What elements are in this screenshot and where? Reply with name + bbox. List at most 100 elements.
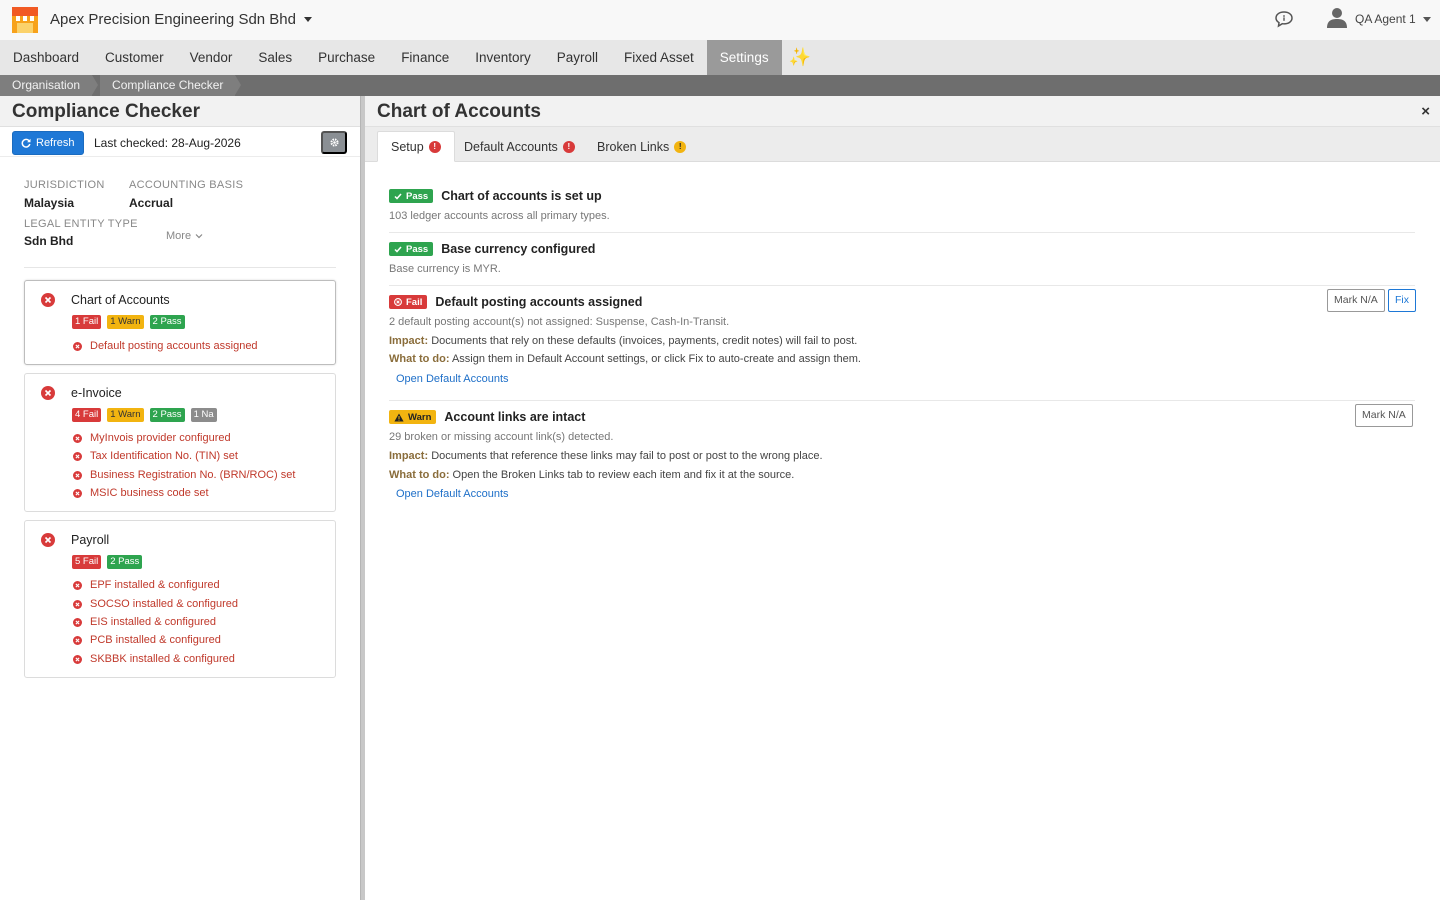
- mark-na-button[interactable]: Mark N/A: [1327, 289, 1385, 312]
- status-label: Pass: [406, 190, 429, 202]
- check-item: Pass Base currency configured Base curre…: [389, 242, 1415, 282]
- nav-payroll[interactable]: Payroll: [544, 40, 611, 75]
- check-icon: [394, 246, 402, 253]
- nav-finance[interactable]: Finance: [388, 40, 462, 75]
- nav-purchase[interactable]: Purchase: [305, 40, 388, 75]
- status-label: Fail: [406, 296, 423, 308]
- impact-label: Impact:: [389, 450, 429, 462]
- pass-count-badge: 2 Pass: [107, 555, 143, 569]
- detail-tabs: Setup ! Default Accounts ! Broken Links …: [365, 127, 1440, 162]
- breadcrumb-organisation[interactable]: Organisation: [0, 75, 99, 96]
- user-avatar-icon[interactable]: [1326, 6, 1348, 28]
- fail-icon: [73, 433, 82, 443]
- user-name: QA Agent 1: [1355, 12, 1416, 26]
- nav-customer[interactable]: Customer: [92, 40, 177, 75]
- check-icon: [394, 193, 402, 200]
- impact-label: Impact:: [389, 335, 429, 347]
- fail-icon: [73, 599, 82, 609]
- fail-badge: Fail: [389, 295, 428, 309]
- company-switcher[interactable]: Apex Precision Engineering Sdn Bhd: [50, 11, 312, 28]
- todo-label: What to do:: [389, 469, 450, 481]
- check-description: 29 broken or missing account link(s) det…: [389, 431, 614, 443]
- divider: [389, 285, 1415, 286]
- chevron-down-icon: [304, 17, 312, 22]
- issue-item[interactable]: EIS installed & configured: [73, 616, 216, 628]
- close-icon[interactable]: ×: [1421, 96, 1430, 127]
- nav-inventory[interactable]: Inventory: [462, 40, 544, 75]
- fail-icon: [73, 470, 82, 480]
- nav-fixed-asset[interactable]: Fixed Asset: [611, 40, 707, 75]
- issue-item[interactable]: SKBBK installed & configured: [73, 653, 235, 665]
- mark-na-button[interactable]: Mark N/A: [1355, 404, 1413, 427]
- issue-item[interactable]: MyInvois provider configured: [73, 432, 231, 444]
- card-title: e-Invoice: [71, 386, 122, 400]
- open-default-accounts-link[interactable]: Open Default Accounts: [396, 488, 509, 500]
- check-card-payroll[interactable]: Payroll 5 Fail 2 Pass EPF installed & co…: [24, 520, 336, 678]
- tab-label: Setup: [391, 139, 424, 154]
- issue-label: Business Registration No. (BRN/ROC) set: [90, 469, 296, 481]
- status-label: Warn: [408, 411, 432, 423]
- page-title: Compliance Checker: [0, 96, 360, 127]
- fail-icon: [73, 617, 82, 627]
- issue-item[interactable]: Tax Identification No. (TIN) set: [73, 450, 238, 462]
- legal-entity-value: Sdn Bhd: [24, 234, 74, 248]
- issue-item[interactable]: Business Registration No. (BRN/ROC) set: [73, 469, 295, 481]
- more-label: More: [166, 230, 192, 242]
- refresh-button[interactable]: Refresh: [12, 131, 84, 155]
- card-title: Payroll: [71, 533, 110, 547]
- fail-icon: [73, 654, 82, 664]
- divider: [389, 400, 1415, 401]
- issue-item[interactable]: MSIC business code set: [73, 487, 209, 499]
- tab-setup[interactable]: Setup !: [377, 131, 455, 162]
- issue-item[interactable]: Default posting accounts assigned: [73, 340, 258, 352]
- tab-label: Default Accounts: [464, 139, 558, 154]
- issue-item[interactable]: PCB installed & configured: [73, 634, 221, 646]
- issue-item[interactable]: EPF installed & configured: [73, 579, 220, 591]
- nav-dashboard[interactable]: Dashboard: [0, 40, 92, 75]
- fix-button[interactable]: Fix: [1388, 289, 1416, 312]
- check-description: 2 default posting account(s) not assigne…: [389, 316, 730, 328]
- fail-icon: [41, 533, 55, 547]
- fail-icon: [41, 386, 55, 400]
- detail-header: Chart of Accounts ×: [365, 96, 1440, 127]
- gear-icon: [329, 138, 339, 147]
- more-toggle[interactable]: More: [166, 230, 203, 242]
- fail-count-badge: 4 Fail: [72, 408, 102, 422]
- check-card-e-invoice[interactable]: e-Invoice 4 Fail 1 Warn 2 Pass 1 Na MyIn…: [24, 373, 336, 512]
- card-badges: 4 Fail 1 Warn 2 Pass 1 Na: [72, 408, 217, 422]
- todo-label: What to do:: [389, 353, 450, 365]
- check-title-row: Fail Default posting accounts assigned: [389, 295, 642, 309]
- issue-label: Default posting accounts assigned: [90, 340, 258, 352]
- accounting-basis-value: Accrual: [129, 196, 174, 210]
- todo-value: Open the Broken Links tab to review each…: [452, 469, 795, 481]
- check-item: Pass Chart of accounts is set up 103 led…: [389, 189, 1415, 229]
- chevron-down-icon: [195, 234, 203, 239]
- nav-vendor[interactable]: Vendor: [177, 40, 246, 75]
- check-description: 103 ledger accounts across all primary t…: [389, 210, 610, 222]
- issue-item[interactable]: SOCSO installed & configured: [73, 598, 238, 610]
- sparkle-icon[interactable]: ✨: [782, 40, 818, 75]
- user-menu[interactable]: QA Agent 1: [1355, 12, 1431, 26]
- issue-label: PCB installed & configured: [90, 634, 221, 646]
- breadcrumb-compliance-checker[interactable]: Compliance Checker: [100, 75, 242, 96]
- nav-sales[interactable]: Sales: [245, 40, 305, 75]
- card-badges: 5 Fail 2 Pass: [72, 555, 143, 569]
- warning-icon: !: [674, 140, 687, 153]
- chat-icon[interactable]: [1274, 10, 1294, 28]
- last-checked: Last checked: 28-Aug-2026: [94, 136, 241, 150]
- tab-broken-links[interactable]: Broken Links !: [597, 131, 687, 162]
- top-bar: Apex Precision Engineering Sdn Bhd QA Ag…: [0, 0, 1440, 40]
- accounting-basis-label: ACCOUNTING BASIS: [129, 179, 244, 191]
- impact-value: Documents that reference these links may…: [431, 450, 823, 462]
- jurisdiction-value: Malaysia: [24, 196, 75, 210]
- store-logo-icon[interactable]: [12, 7, 38, 33]
- tab-default-accounts[interactable]: Default Accounts !: [464, 131, 575, 162]
- fail-icon: [73, 451, 82, 461]
- check-card-chart-of-accounts[interactable]: Chart of Accounts 1 Fail 1 Warn 2 Pass D…: [24, 280, 336, 365]
- nav-settings[interactable]: Settings: [706, 40, 782, 75]
- warn-badge: Warn: [389, 410, 437, 424]
- check-title: Chart of accounts is set up: [441, 189, 602, 203]
- settings-button[interactable]: [321, 131, 347, 154]
- open-default-accounts-link[interactable]: Open Default Accounts: [396, 373, 509, 385]
- check-title: Account links are intact: [444, 410, 586, 424]
